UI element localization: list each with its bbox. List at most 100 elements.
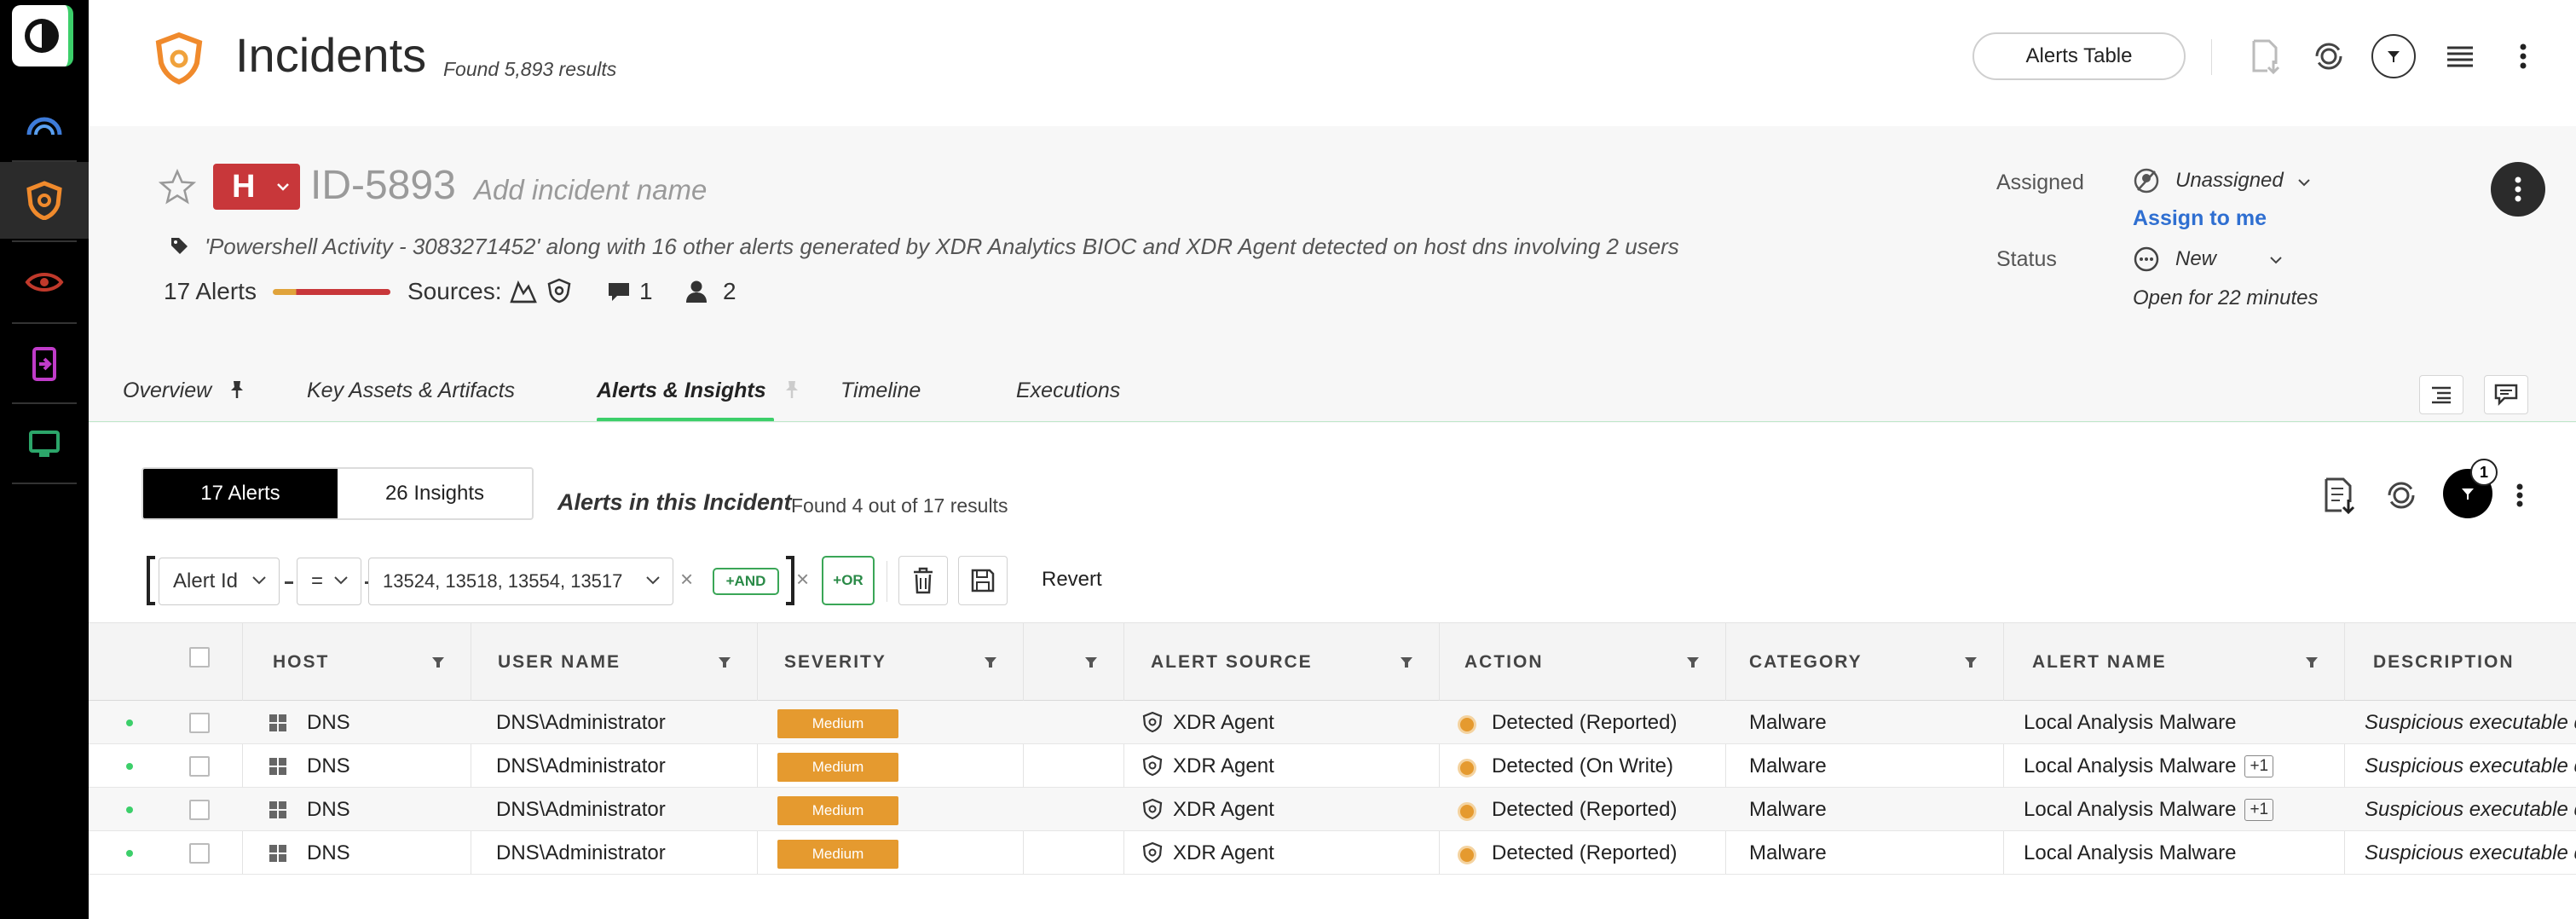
- incident-name-input[interactable]: Add incident name: [474, 174, 707, 206]
- column-header-description[interactable]: DESCRIPTION: [2373, 652, 2515, 673]
- filter-operator-select[interactable]: =: [297, 558, 361, 605]
- more-options-icon[interactable]: [2503, 472, 2537, 518]
- add-or-button[interactable]: +OR: [822, 556, 875, 605]
- star-icon[interactable]: [158, 168, 197, 209]
- new-alert-indicator: [126, 763, 133, 770]
- section-result-count: Found 4 out of 17 results: [791, 494, 1008, 517]
- column-header-category[interactable]: CATEGORY: [1749, 652, 1863, 673]
- column-header-alert-name[interactable]: ALERT NAME: [2032, 652, 2167, 673]
- save-filter-button[interactable]: [958, 556, 1008, 605]
- refresh-icon[interactable]: [2378, 472, 2424, 518]
- column-header-user-name[interactable]: USER NAME: [498, 652, 621, 673]
- tab-alerts-insights[interactable]: Alerts & Insights: [597, 379, 801, 403]
- alerts-segment-button[interactable]: 17 Alerts: [143, 469, 338, 518]
- user-cell: DNS\Administrator: [496, 798, 666, 821]
- export-icon[interactable]: [2317, 472, 2363, 518]
- tab-timeline[interactable]: Timeline: [840, 379, 921, 403]
- row-checkbox[interactable]: [189, 713, 210, 733]
- response-nav-icon[interactable]: [0, 326, 89, 402]
- windows-icon: [269, 758, 286, 775]
- tab-executions[interactable]: Executions: [1016, 379, 1120, 403]
- users-icon[interactable]: [685, 280, 708, 308]
- agent-shield-icon: [1142, 711, 1163, 733]
- column-header-host[interactable]: HOST: [273, 652, 329, 673]
- assign-to-me-link[interactable]: Assign to me: [2133, 206, 2267, 231]
- column-header-alert-source[interactable]: ALERT SOURCE: [1151, 652, 1313, 673]
- description-cell: Suspicious executable detected: [2365, 754, 2576, 777]
- analytics-source-icon: [510, 278, 537, 308]
- assets-nav-icon[interactable]: [0, 406, 89, 483]
- column-filter-icon[interactable]: [718, 656, 731, 669]
- delete-filter-button[interactable]: [898, 556, 948, 605]
- refresh-icon[interactable]: [2307, 34, 2351, 78]
- column-header-action[interactable]: ACTION: [1464, 652, 1544, 673]
- result-count: Found 5,893 results: [443, 58, 617, 80]
- more-options-icon[interactable]: [2501, 34, 2545, 78]
- new-alert-indicator: [126, 806, 133, 813]
- source-cell: XDR Agent: [1173, 711, 1274, 734]
- row-checkbox[interactable]: [189, 843, 210, 864]
- status-dropdown[interactable]: New: [2175, 247, 2286, 271]
- table-row[interactable]: DNS DNS\Administrator Medium XDR Agent D…: [89, 831, 2576, 875]
- column-filter-icon[interactable]: [2305, 656, 2319, 669]
- row-checkbox[interactable]: [189, 756, 210, 777]
- remove-group-icon[interactable]: ×: [796, 566, 809, 592]
- open-duration: Open for 22 minutes: [2133, 286, 2319, 309]
- alerts-table-button[interactable]: Alerts Table: [1972, 32, 2186, 80]
- incidents-nav-icon[interactable]: [0, 162, 89, 239]
- app-logo[interactable]: [12, 5, 73, 66]
- alerts-insights-toggle: 17 Alerts 26 Insights: [142, 467, 534, 520]
- agent-shield-icon: [1142, 754, 1163, 777]
- more-alert-names-badge[interactable]: +1: [2244, 755, 2274, 777]
- source-cell: XDR Agent: [1173, 841, 1274, 864]
- action-status-icon: [1458, 802, 1476, 821]
- user-cell: DNS\Administrator: [496, 754, 666, 777]
- column-filter-icon[interactable]: [1964, 656, 1978, 669]
- pin-icon[interactable]: [228, 379, 246, 400]
- category-cell: Malware: [1749, 841, 1827, 864]
- export-icon[interactable]: [2244, 34, 2288, 78]
- filter-icon[interactable]: [2371, 34, 2416, 78]
- severity-dropdown[interactable]: H: [213, 164, 300, 210]
- agent-shield-icon: [1142, 841, 1163, 864]
- insights-segment-button[interactable]: 26 Insights: [338, 469, 532, 518]
- column-filter-icon[interactable]: [1686, 656, 1700, 669]
- column-filter-icon[interactable]: [1084, 656, 1098, 669]
- select-all-checkbox[interactable]: [189, 647, 210, 668]
- table-row[interactable]: DNS DNS\Administrator Medium XDR Agent D…: [89, 788, 2576, 831]
- assignee-dropdown[interactable]: Unassigned: [2175, 169, 2311, 193]
- row-checkbox[interactable]: [189, 800, 210, 820]
- filter-button[interactable]: 1: [2443, 459, 2498, 518]
- investigation-nav-icon[interactable]: [0, 244, 89, 321]
- table-row[interactable]: DNS DNS\Administrator Medium XDR Agent D…: [89, 701, 2576, 744]
- chevron-down-icon: [2270, 257, 2282, 264]
- column-filter-icon[interactable]: [431, 656, 445, 669]
- tab-key-assets[interactable]: Key Assets & Artifacts: [307, 379, 515, 403]
- alert-name-cell: Local Analysis Malware +1: [2024, 798, 2274, 822]
- table-row[interactable]: DNS DNS\Administrator Medium XDR Agent D…: [89, 744, 2576, 788]
- remove-condition-icon[interactable]: ×: [680, 566, 693, 592]
- column-filter-icon[interactable]: [984, 656, 997, 669]
- filter-field-select[interactable]: Alert Id: [159, 558, 280, 605]
- pin-icon[interactable]: [783, 379, 801, 400]
- revert-button[interactable]: Revert: [1042, 568, 1102, 592]
- tab-overview[interactable]: Overview: [123, 379, 246, 403]
- windows-icon: [269, 714, 286, 731]
- incident-actions-button[interactable]: [2491, 162, 2545, 217]
- comments-icon[interactable]: [607, 281, 631, 308]
- details-panel-icon[interactable]: [2419, 375, 2463, 414]
- users-count: 2: [723, 278, 736, 304]
- column-filter-icon[interactable]: [1400, 656, 1413, 669]
- add-and-button[interactable]: +AND: [713, 568, 779, 595]
- filter-operator-value: =: [311, 569, 324, 592]
- dashboard-nav-icon[interactable]: [0, 85, 89, 162]
- status-new-icon: [2133, 246, 2160, 277]
- comments-count: 1: [639, 278, 653, 304]
- filter-value-select[interactable]: 13524, 13518, 13554, 13517: [368, 558, 673, 605]
- action-status-icon: [1458, 715, 1476, 734]
- chat-icon[interactable]: [2484, 375, 2528, 414]
- table-layout-icon[interactable]: [2438, 34, 2482, 78]
- more-alert-names-badge[interactable]: +1: [2244, 799, 2274, 821]
- column-header-severity[interactable]: SEVERITY: [784, 652, 887, 673]
- assigned-label: Assigned: [1996, 171, 2084, 194]
